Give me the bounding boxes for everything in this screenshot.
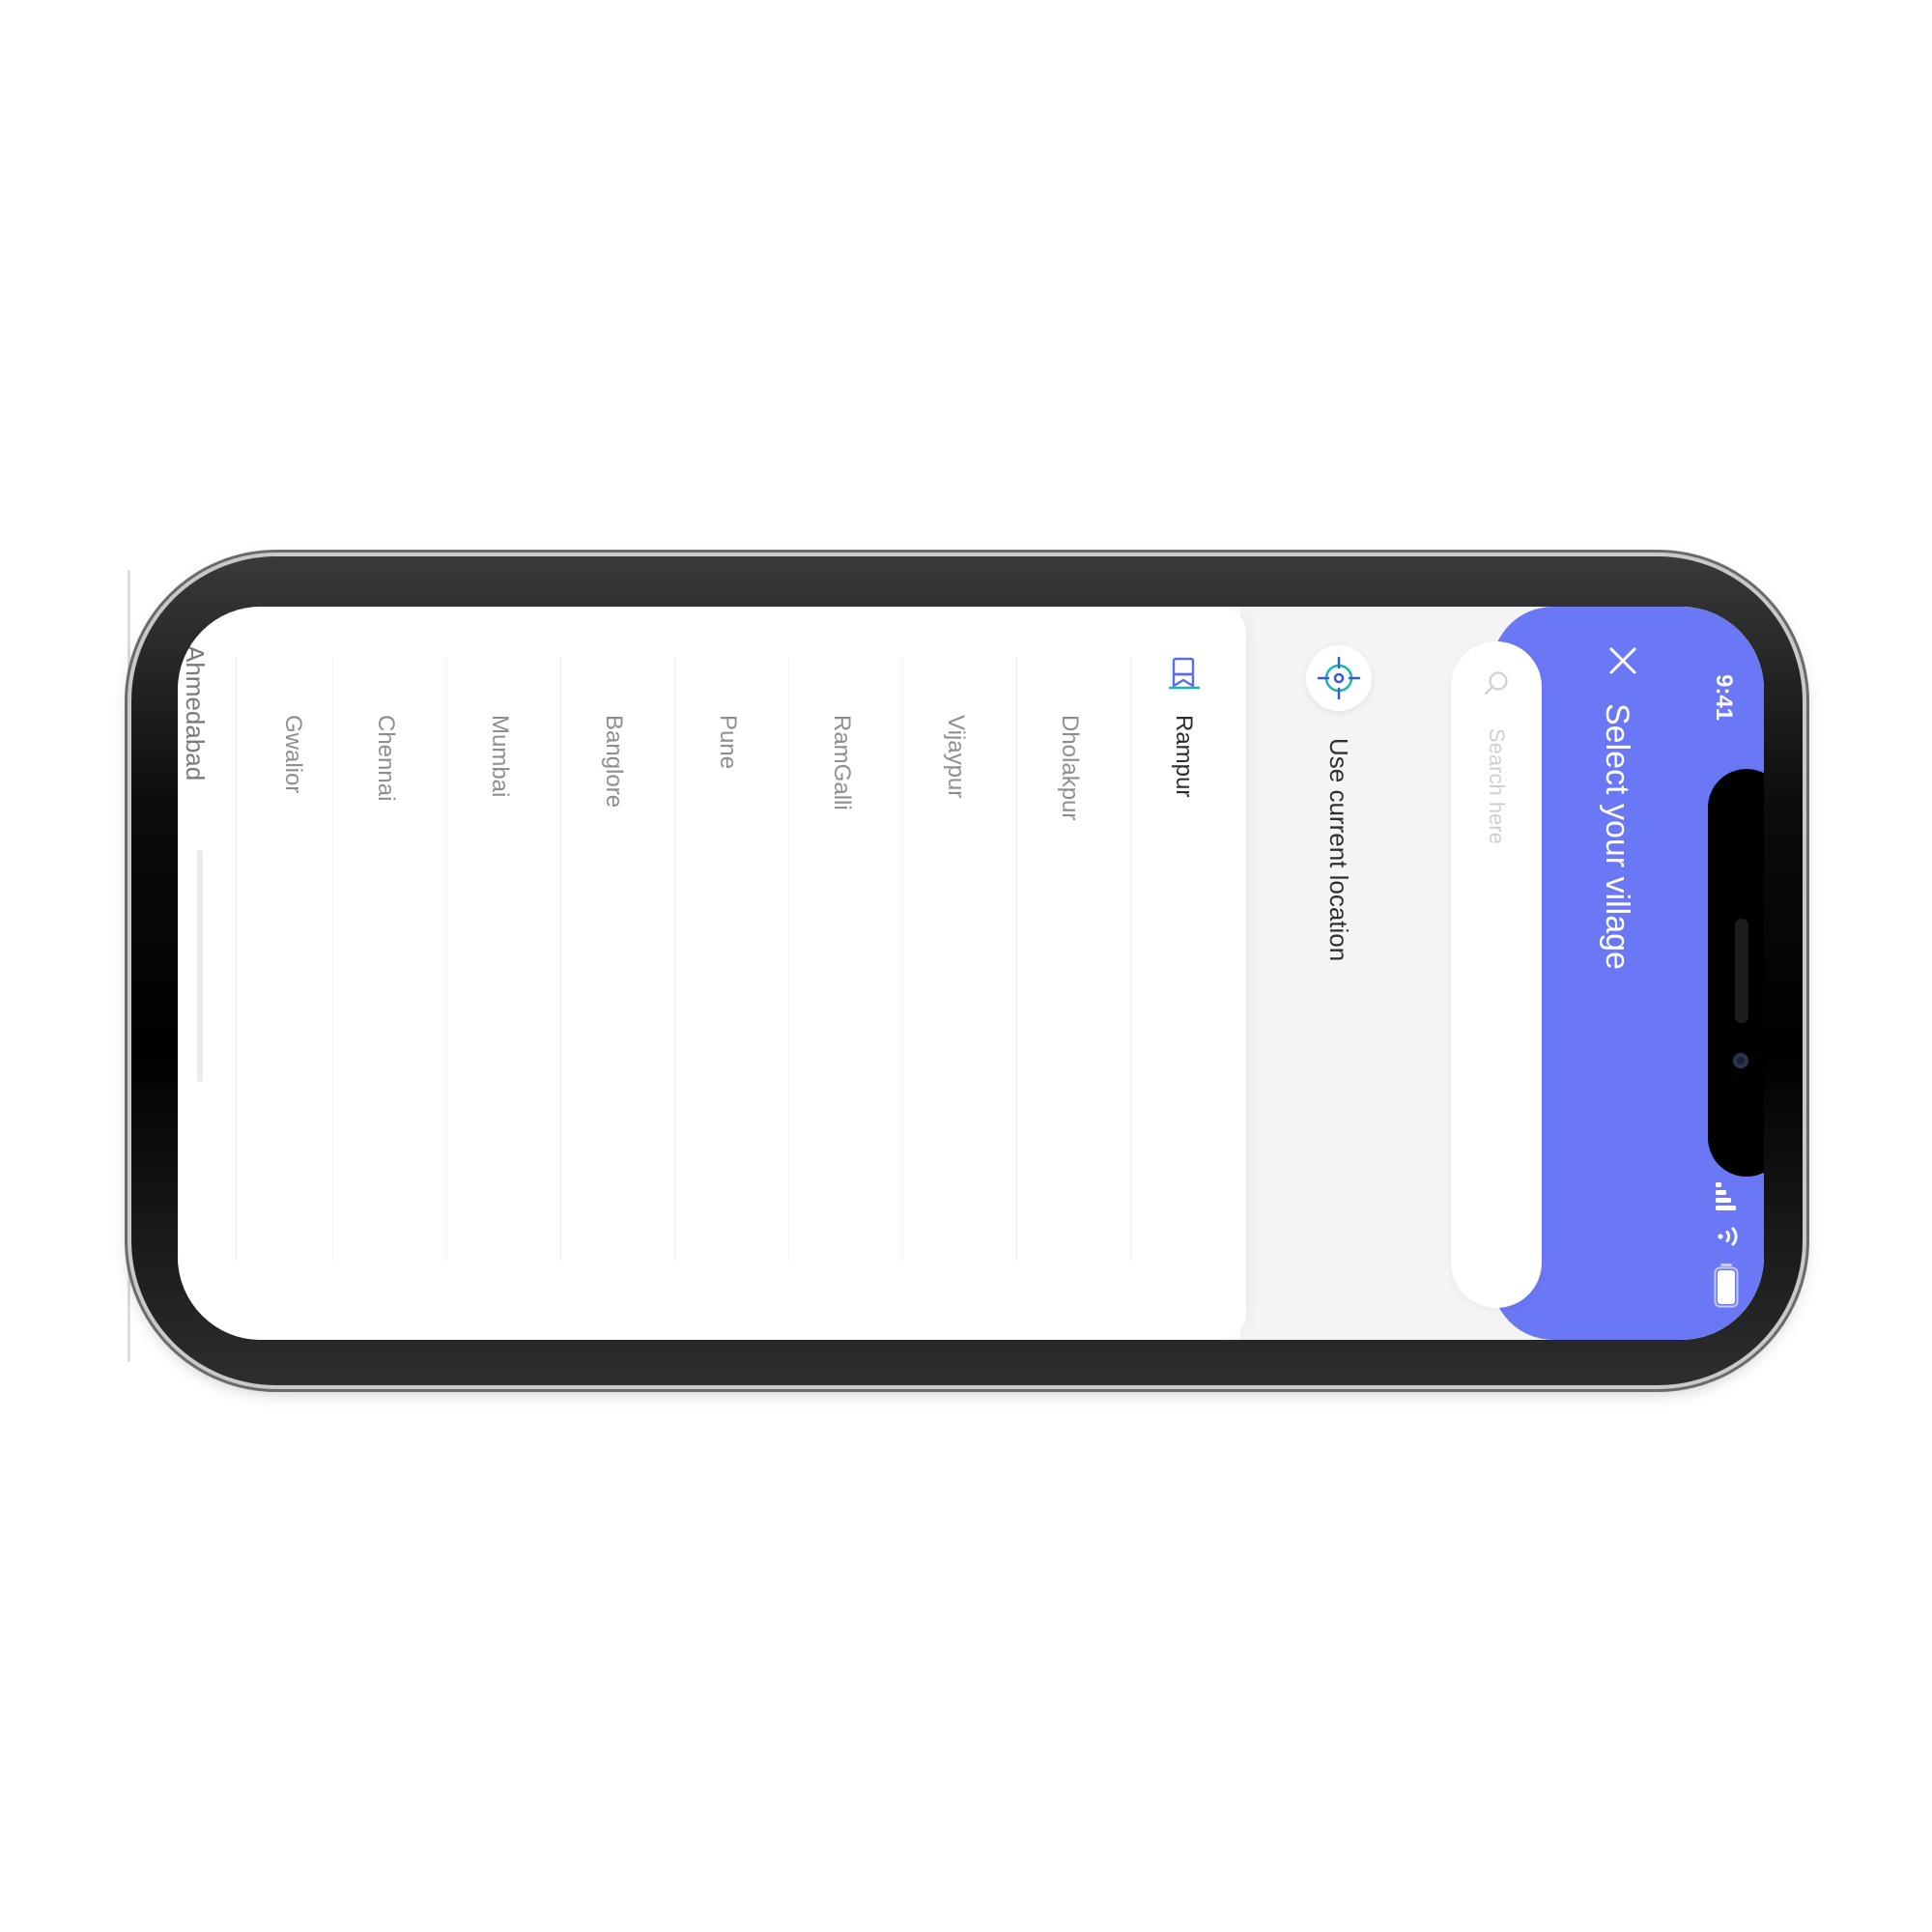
village-name: RamGalli (829, 715, 855, 810)
village-name: Gwalior (280, 715, 306, 794)
wifi-icon (1718, 1227, 1738, 1246)
village-list: Rampur Dholakpur Vijaypur RamGalli Pune … (178, 607, 1246, 1340)
village-name: Banglore (601, 715, 627, 809)
village-name: Dholakpur (1057, 715, 1083, 821)
village-name: Chennai (373, 715, 399, 802)
search-bar[interactable] (1451, 641, 1542, 1308)
crosshair-target-icon (1317, 656, 1361, 700)
list-item-banglore[interactable]: Banglore (560, 657, 675, 1262)
village-name: Mumbai (487, 715, 513, 798)
close-icon[interactable] (1604, 641, 1642, 680)
scrollbar[interactable] (197, 850, 203, 1082)
list-item-ramgalli[interactable]: RamGalli (788, 657, 903, 1262)
side-power-button (1235, 1384, 1426, 1392)
village-name: Vijaypur (943, 715, 969, 799)
battery-icon (1714, 1264, 1739, 1308)
front-camera (1733, 1053, 1748, 1068)
phone-screen: 9:41 Select your village Search here Use… (178, 607, 1764, 1340)
status-time: 9:41 (1711, 674, 1737, 722)
list-item-dholakpur[interactable]: Dholakpur (1016, 657, 1131, 1262)
search-input[interactable] (1480, 728, 1513, 1269)
list-item-gwalior[interactable]: Gwalior (236, 657, 351, 1262)
village-name: Pune (715, 715, 741, 770)
list-item-partial[interactable]: Ahmedabad (180, 645, 210, 781)
page-title: Select your village (1599, 703, 1635, 970)
list-item-rampur[interactable]: Rampur (1130, 657, 1245, 1262)
signal-icon (1716, 1182, 1736, 1210)
village-name: Rampur (1171, 715, 1197, 798)
use-current-location-button[interactable] (1306, 645, 1372, 711)
list-item-pune[interactable]: Pune (674, 657, 789, 1262)
list-item-mumbai[interactable]: Mumbai (446, 657, 561, 1262)
use-current-location-label[interactable]: Use current location (1323, 738, 1353, 961)
flag-icon (1168, 657, 1201, 690)
frame-reflection (128, 570, 130, 1362)
list-item-vijaypur[interactable]: Vijaypur (902, 657, 1017, 1262)
search-icon (1484, 671, 1508, 696)
earpiece-speaker (1735, 919, 1748, 1023)
